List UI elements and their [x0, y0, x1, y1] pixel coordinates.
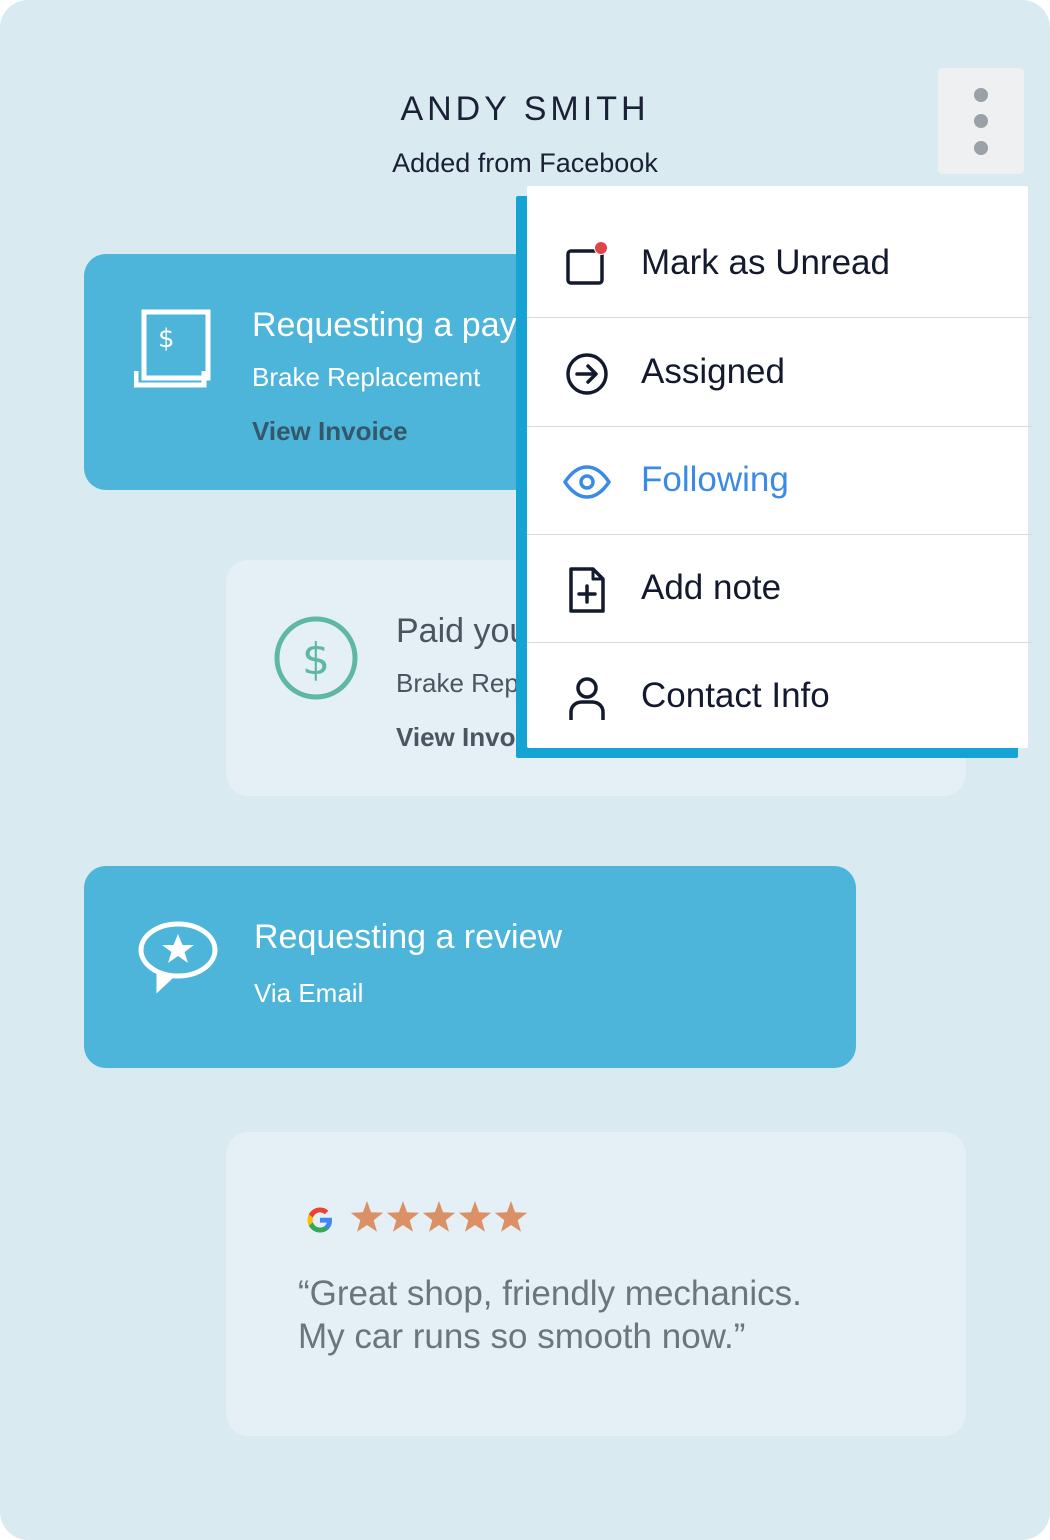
invoice-icon: $ [134, 309, 211, 388]
menu-item-label: Add note [641, 568, 782, 607]
review-text: “Great shop, friendly mechanics. My car … [298, 1274, 802, 1356]
menu-item-label: Following [641, 460, 789, 499]
more-options-button[interactable] [938, 68, 1024, 174]
google-icon [307, 1207, 332, 1233]
contact-source: Added from Facebook [392, 148, 658, 178]
svg-text:$: $ [158, 324, 175, 354]
card-subtitle: Via Email [254, 978, 364, 1008]
menu-item-label: Contact Info [641, 676, 830, 715]
card-title: Requesting a review [254, 918, 563, 956]
menu-item-add-note[interactable]: Add note [527, 534, 1032, 643]
menu-item-label: Mark as Unread [641, 243, 890, 282]
svg-text:$: $ [302, 634, 330, 685]
options-menu: Mark as Unread Assigned Following Add no… [527, 186, 1032, 748]
dollar-circle-icon: $ [274, 616, 358, 700]
contact-name: ANDY SMITH [400, 90, 650, 128]
star-speech-bubble-icon [138, 921, 218, 994]
menu-item-mark-unread[interactable]: Mark as Unread [527, 209, 1032, 318]
menu-item-assigned[interactable]: Assigned [527, 318, 1032, 427]
user-icon [569, 677, 605, 720]
rating-stars [350, 1201, 528, 1232]
arrow-circle-right-icon [566, 353, 608, 395]
star-icon [494, 1201, 528, 1232]
eye-icon [563, 465, 611, 499]
star-icon [350, 1201, 384, 1232]
conversation-panel: ANDY SMITH Added from Facebook $ Request… [0, 0, 1050, 1540]
note-add-icon [569, 567, 605, 613]
star-icon [422, 1201, 456, 1232]
view-invoice-link[interactable]: View Invoice [252, 416, 408, 447]
menu-item-contact-info[interactable]: Contact Info [527, 642, 1032, 750]
mark-unread-icon [566, 241, 608, 285]
card-subtitle: Brake Replacement [252, 362, 481, 392]
star-icon [386, 1201, 420, 1232]
review-request-card[interactable]: Requesting a review Via Email [84, 866, 856, 1068]
menu-item-label: Assigned [641, 352, 785, 391]
kebab-dot-icon [974, 114, 988, 128]
kebab-dot-icon [974, 141, 988, 155]
review-card: “Great shop, friendly mechanics. My car … [226, 1132, 966, 1436]
kebab-dot-icon [974, 88, 988, 102]
star-icon [458, 1201, 492, 1232]
menu-item-following[interactable]: Following [527, 426, 1032, 535]
